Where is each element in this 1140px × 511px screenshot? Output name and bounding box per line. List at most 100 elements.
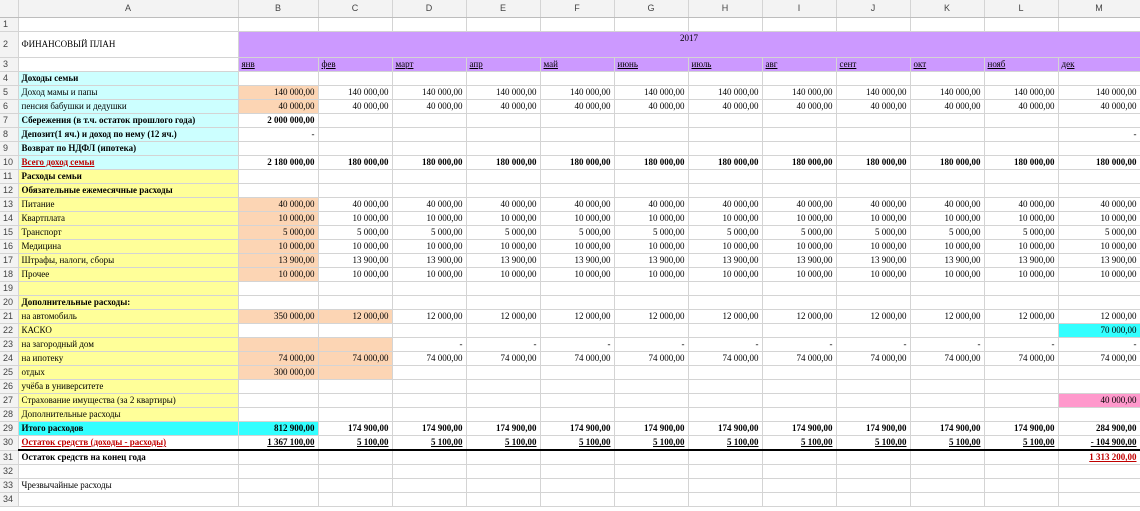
cell-m15[interactable]: 5 000,00	[1058, 225, 1140, 240]
cell-k31[interactable]	[910, 449, 985, 465]
cell-a10[interactable]: Всего доход семьи	[18, 155, 239, 170]
cell-c4[interactable]	[318, 71, 393, 86]
cell-b26[interactable]	[237, 379, 319, 394]
cell-l20[interactable]	[984, 295, 1059, 310]
cell-h28[interactable]	[688, 407, 763, 422]
cell-d24[interactable]: 74 000,00	[392, 351, 467, 366]
cell-m33[interactable]	[1057, 478, 1140, 493]
cell-k7[interactable]	[910, 113, 985, 128]
cell-j4[interactable]	[836, 71, 911, 86]
cell-h19[interactable]	[688, 281, 763, 296]
row-header-32[interactable]: 32	[0, 464, 19, 479]
cell-f26[interactable]	[540, 379, 615, 394]
cell-a14[interactable]: Квартплата	[18, 211, 239, 226]
cell-d22[interactable]	[392, 323, 467, 338]
cell-m24[interactable]: 74 000,00	[1058, 351, 1140, 366]
cell-e15[interactable]: 5 000,00	[466, 225, 541, 240]
cell-l34[interactable]	[984, 492, 1059, 507]
cell-b8[interactable]: -	[237, 127, 319, 142]
cell-l6[interactable]: 40 000,00	[984, 99, 1059, 114]
cell-a19[interactable]	[18, 281, 239, 296]
cell-m11[interactable]	[1058, 169, 1140, 184]
cell-b18[interactable]: 10 000,00	[238, 267, 319, 282]
row-header-2[interactable]: 2	[0, 31, 19, 58]
cell-b20[interactable]	[238, 295, 319, 310]
cell-j28[interactable]	[836, 407, 911, 422]
cell-f13[interactable]: 40 000,00	[540, 197, 615, 212]
cell-h12[interactable]	[688, 183, 763, 198]
cell-a26[interactable]: учёба в университете	[18, 379, 239, 394]
cell-g5[interactable]: 140 000,00	[614, 85, 689, 100]
cell-i23[interactable]: -	[762, 337, 837, 352]
cell-h18[interactable]: 10 000,00	[688, 267, 763, 282]
cell-f8[interactable]	[539, 127, 615, 142]
cell-b11[interactable]	[238, 169, 319, 184]
cell-h11[interactable]	[688, 169, 763, 184]
cell-j33[interactable]	[836, 478, 911, 493]
cell-b17[interactable]: 13 900,00	[238, 253, 319, 268]
cell-l26[interactable]	[984, 379, 1059, 394]
column-header-f[interactable]: F	[540, 0, 615, 18]
cell-h9[interactable]	[688, 141, 763, 156]
cell-a20[interactable]: Дополнительные расходы:	[18, 295, 239, 310]
cell-k17[interactable]: 13 900,00	[910, 253, 985, 268]
cell-i20[interactable]	[762, 295, 837, 310]
cell-b30[interactable]: 1 367 100,00	[238, 435, 319, 451]
cell-i21[interactable]: 12 000,00	[762, 309, 837, 324]
cell-g26[interactable]	[614, 379, 689, 394]
cell-k25[interactable]	[910, 365, 985, 380]
row-header-17[interactable]: 17	[0, 253, 19, 268]
cell-g24[interactable]: 74 000,00	[614, 351, 689, 366]
cell-j10[interactable]: 180 000,00	[836, 155, 911, 170]
cell-d6[interactable]: 40 000,00	[392, 99, 467, 114]
cell-e23[interactable]: -	[466, 337, 541, 352]
column-header-a[interactable]: A	[18, 0, 239, 18]
cell-j29[interactable]: 174 900,00	[836, 421, 911, 436]
cell-j6[interactable]: 40 000,00	[836, 99, 911, 114]
cell-c17[interactable]: 13 900,00	[318, 253, 393, 268]
cell-l17[interactable]: 13 900,00	[984, 253, 1059, 268]
cell-m17[interactable]: 13 900,00	[1058, 253, 1140, 268]
cell-h27[interactable]	[688, 393, 763, 408]
cell-e11[interactable]	[466, 169, 541, 184]
month-header-9[interactable]: сент	[836, 57, 911, 72]
cell-d21[interactable]: 12 000,00	[392, 309, 467, 324]
cell-m13[interactable]: 40 000,00	[1058, 197, 1140, 212]
cell-j9[interactable]	[836, 141, 911, 156]
cell-i6[interactable]: 40 000,00	[762, 99, 837, 114]
cell-m22[interactable]: 70 000,00	[1058, 323, 1140, 338]
cell-l29[interactable]: 174 900,00	[984, 421, 1059, 436]
cell-g25[interactable]	[614, 365, 689, 380]
cell-c28[interactable]	[318, 407, 393, 422]
cell-k10[interactable]: 180 000,00	[910, 155, 985, 170]
row-header-13[interactable]: 13	[0, 197, 19, 212]
row-header-4[interactable]: 4	[0, 71, 19, 86]
cell-g15[interactable]: 5 000,00	[614, 225, 689, 240]
cell-g13[interactable]: 40 000,00	[614, 197, 689, 212]
cell-h7[interactable]	[688, 113, 763, 128]
cell-g34[interactable]	[614, 492, 689, 507]
cell-k1[interactable]	[910, 17, 985, 32]
cell-j14[interactable]: 10 000,00	[836, 211, 911, 226]
row-header-6[interactable]: 6	[0, 99, 19, 114]
cell-d15[interactable]: 5 000,00	[392, 225, 467, 240]
cell-i24[interactable]: 74 000,00	[762, 351, 837, 366]
row-header-18[interactable]: 18	[0, 267, 19, 282]
column-header-g[interactable]: G	[614, 0, 689, 18]
cell-f4[interactable]	[540, 71, 615, 86]
cell-a6[interactable]: пенсия бабушки и дедушки	[18, 99, 239, 114]
cell-k33[interactable]	[910, 478, 985, 493]
cell-f14[interactable]: 10 000,00	[540, 211, 615, 226]
cell-d25[interactable]	[392, 365, 467, 380]
cell-h14[interactable]: 10 000,00	[688, 211, 763, 226]
row-header-23[interactable]: 23	[0, 337, 19, 352]
cell-b7[interactable]: 2 000 000,00	[237, 113, 319, 128]
cell-g16[interactable]: 10 000,00	[614, 239, 689, 254]
cell-e14[interactable]: 10 000,00	[466, 211, 541, 226]
cell-k5[interactable]: 140 000,00	[910, 85, 985, 100]
cell-a31[interactable]: Остаток средств на конец года	[18, 449, 239, 465]
cell-k30[interactable]: 5 100,00	[910, 435, 985, 451]
cell-i30[interactable]: 5 100,00	[762, 435, 837, 451]
row-header-12[interactable]: 12	[0, 183, 19, 198]
cell-a1[interactable]	[18, 17, 239, 32]
